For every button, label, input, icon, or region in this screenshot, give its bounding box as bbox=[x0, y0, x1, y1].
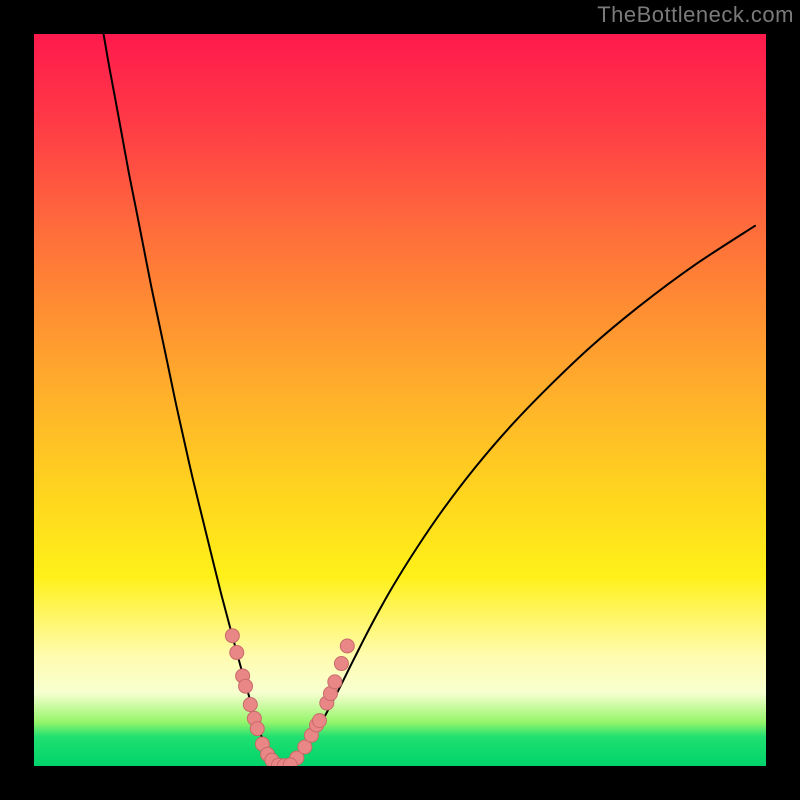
data-dot bbox=[239, 679, 253, 693]
curve-left-curve bbox=[104, 34, 283, 765]
data-dot bbox=[334, 657, 348, 671]
data-dot bbox=[340, 639, 354, 653]
data-dot bbox=[312, 714, 326, 728]
curve-right-curve bbox=[283, 226, 755, 765]
watermark-text: TheBottleneck.com bbox=[597, 2, 794, 28]
dots-group bbox=[225, 629, 354, 766]
curve-layer bbox=[34, 34, 766, 766]
data-dot bbox=[328, 675, 342, 689]
data-dot bbox=[230, 646, 244, 660]
data-dot bbox=[250, 722, 264, 736]
plot-area bbox=[34, 34, 766, 766]
chart-frame: TheBottleneck.com bbox=[0, 0, 800, 800]
data-dot bbox=[243, 698, 257, 712]
data-dot bbox=[225, 629, 239, 643]
